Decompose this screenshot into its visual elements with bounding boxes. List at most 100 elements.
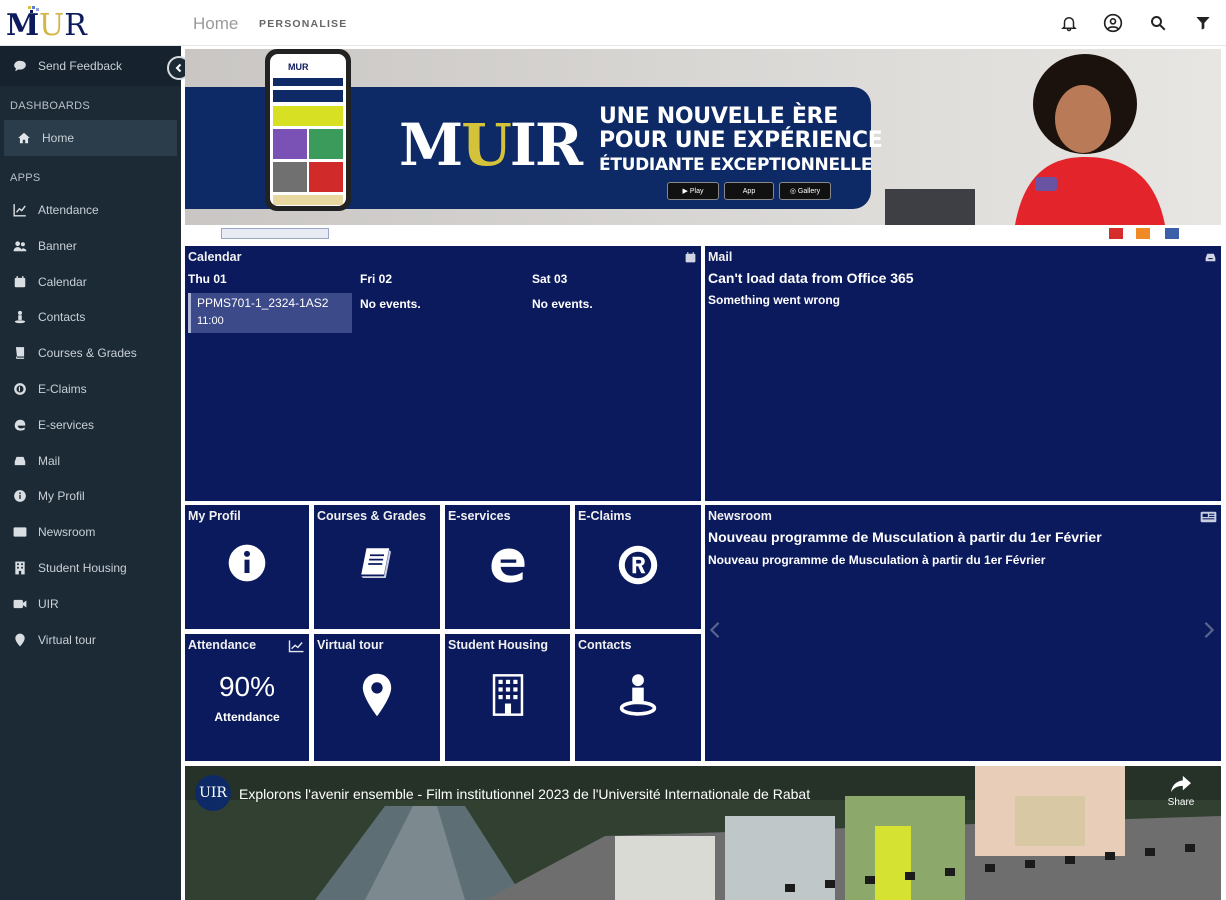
sidebar-item-banner[interactable]: Banner — [0, 228, 181, 264]
tile-title: Courses & Grades — [317, 509, 427, 523]
tile-title: E-Claims — [578, 509, 632, 523]
app-gallery-badge[interactable]: ◎ Gallery — [779, 182, 831, 200]
contact-icon — [13, 310, 27, 324]
news-subline: Nouveau programme de Musculation à parti… — [708, 553, 1046, 567]
calendar-icon — [13, 275, 27, 289]
app-store-badge[interactable]: App — [724, 182, 774, 200]
filter-icon[interactable] — [1192, 12, 1214, 34]
newspaper-icon — [1200, 510, 1217, 528]
prev-arrow-icon[interactable] — [708, 621, 722, 644]
mail-tile[interactable]: Mail Can't load data from Office 365 Som… — [705, 246, 1221, 501]
video-icon — [13, 597, 27, 611]
sidebar-item-label: Newsroom — [38, 525, 96, 540]
sidebar-item-label: Virtual tour — [38, 632, 96, 647]
calendar-event[interactable]: PPMS701-1_2324-1AS2 11:00 — [188, 293, 352, 333]
phone-logo: MUR — [288, 62, 309, 72]
next-arrow-icon[interactable] — [1202, 621, 1216, 644]
sidebar-item-home[interactable]: Home — [4, 120, 177, 156]
channel-avatar[interactable]: UIR — [195, 775, 231, 811]
student-housing-tile[interactable]: Student Housing — [445, 634, 570, 761]
video-embed[interactable]: UIR Explorons l'avenir ensemble - Film i… — [185, 766, 1221, 900]
tagline-line-1: UNE NOUVELLE ÈRE — [599, 104, 838, 129]
virtual-tour-tile[interactable]: Virtual tour — [314, 634, 440, 761]
e-claims-tile[interactable]: E-Claims — [575, 505, 701, 629]
news-headline[interactable]: Nouveau programme de Musculation à parti… — [708, 529, 1102, 545]
send-feedback-button[interactable]: Send Feedback — [0, 48, 181, 84]
share-button[interactable]: Share — [1163, 774, 1199, 808]
sidebar-item-virtual-tour[interactable]: Virtual tour — [0, 622, 181, 658]
send-feedback-row[interactable]: Send Feedback — [0, 46, 181, 86]
sidebar-item-calendar[interactable]: Calendar — [0, 264, 181, 300]
map-marker-icon — [314, 672, 440, 718]
sidebar-item-e-services[interactable]: E-services — [0, 407, 181, 443]
attendance-tile[interactable]: Attendance 90% Attendance — [185, 634, 309, 761]
e-services-tile[interactable]: E-services — [445, 505, 570, 629]
sidebar-item-courses-grades[interactable]: Courses & Grades — [0, 335, 181, 371]
tile-title: Student Housing — [448, 638, 548, 652]
day-label: Fri 02 — [360, 272, 393, 286]
sidebar-item-label: E-Claims — [38, 382, 87, 396]
share-label: Share — [1167, 797, 1195, 808]
chart-line-icon — [13, 203, 27, 217]
my-profil-tile[interactable]: My Profil — [185, 505, 309, 629]
sidebar-item-label: Courses & Grades — [38, 346, 137, 361]
promo-banner[interactable]: MUR MUIR UNE NOUVELLE ÈRE POUR UNE EXPÉR… — [185, 49, 1221, 225]
phone-mockup: MUR — [265, 49, 351, 211]
sidebar-item-contacts[interactable]: Contacts — [0, 299, 181, 335]
sidebar-item-label: Attendance — [38, 203, 99, 217]
chart-line-icon — [288, 639, 305, 658]
event-time: 11:00 — [197, 315, 224, 327]
tile-title: E-services — [448, 509, 511, 523]
info-icon — [13, 489, 27, 503]
newsroom-title: Newsroom — [708, 509, 772, 523]
users-icon — [13, 239, 27, 253]
courses-grades-tile[interactable]: Courses & Grades — [314, 505, 440, 629]
user-icon[interactable] — [1102, 12, 1124, 34]
share-icon — [1171, 775, 1191, 793]
nav-home[interactable]: Home — [193, 14, 238, 34]
book-icon — [314, 543, 440, 585]
contacts-tile[interactable]: Contacts — [575, 634, 701, 761]
registered-icon — [13, 382, 27, 396]
search-icon[interactable] — [1147, 12, 1169, 34]
sidebar-item-uir[interactable]: UIR — [0, 586, 181, 622]
mail-error-title: Can't load data from Office 365 — [708, 270, 914, 286]
book-icon — [13, 346, 27, 360]
edge-icon — [445, 543, 570, 587]
video-title[interactable]: Explorons l'avenir ensemble - Film insti… — [239, 786, 810, 802]
building-icon — [13, 561, 27, 575]
blue-icon — [1165, 228, 1179, 239]
mail-title: Mail — [708, 250, 733, 264]
calendar-icon — [684, 251, 697, 269]
sidebar-item-label: Contacts — [38, 310, 86, 325]
sidebar-item-label: Home — [42, 131, 75, 145]
no-events-text: No events. — [360, 297, 421, 311]
sidebar-item-e-claims[interactable]: E-Claims — [0, 371, 181, 407]
calendar-title: Calendar — [188, 250, 242, 264]
tile-title: My Profil — [188, 509, 241, 523]
sidebar-item-newsroom[interactable]: Newsroom — [0, 514, 181, 550]
info-icon — [185, 543, 309, 583]
sidebar-item-student-housing[interactable]: Student Housing — [0, 550, 181, 586]
home-icon — [17, 131, 31, 145]
sidebar-item-label: Mail — [38, 453, 61, 468]
sidebar-item-label: UIR — [38, 596, 59, 611]
calendar-tile[interactable]: Calendar Thu 01 Fri 02 Sat 03 PPMS701-1_… — [185, 246, 701, 501]
day-label: Thu 01 — [188, 272, 227, 286]
sidebar-item-my-profil[interactable]: My Profil — [0, 478, 181, 514]
newsroom-tile[interactable]: Newsroom Nouveau programme de Musculatio… — [705, 505, 1221, 761]
bell-icon[interactable] — [1058, 12, 1080, 34]
sidebar: Send Feedback DASHBOARDS Home APPS Atten… — [0, 46, 191, 900]
banner-logo: MUIR — [399, 111, 583, 179]
tile-title: Attendance — [188, 638, 257, 652]
sidebar-item-mail[interactable]: Mail — [0, 443, 181, 479]
tile-title: Contacts — [578, 638, 632, 652]
google-play-badge[interactable]: ▶ Play — [667, 182, 719, 200]
sidebar-item-attendance[interactable]: Attendance — [0, 192, 181, 228]
nav-personalise[interactable]: PERSONALISE — [259, 18, 347, 30]
banner-footer — [185, 225, 1221, 243]
banner-tagline: UNE NOUVELLE ÈRE POUR UNE EXPÉRIENCE ÉTU… — [599, 104, 883, 177]
mail-icon — [13, 454, 27, 468]
app-logo[interactable]: M UR — [6, 6, 98, 43]
newspaper-icon — [13, 525, 27, 539]
